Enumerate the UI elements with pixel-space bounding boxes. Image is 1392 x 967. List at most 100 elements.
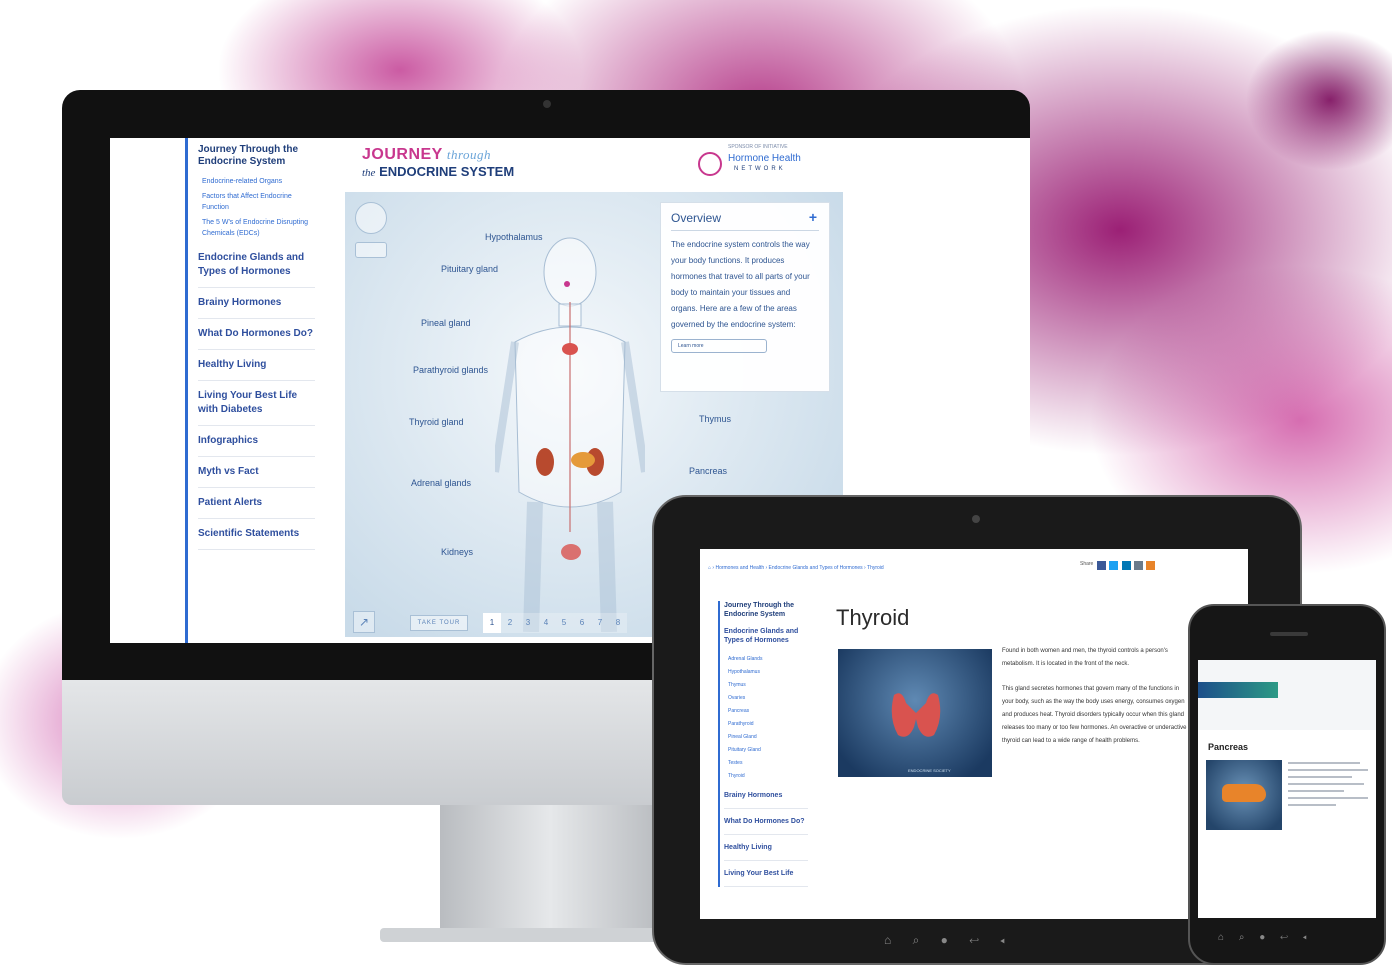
sidebar-subitem[interactable]: Ovaries [728, 692, 808, 705]
label-adrenal[interactable]: Adrenal glands [411, 478, 471, 488]
sidebar-item[interactable]: Infographics [198, 426, 315, 457]
journey-logo: JOURNEY through the ENDOCRINE SYSTEM [362, 146, 514, 179]
article-text-lines [1288, 762, 1368, 811]
imac-stand [440, 805, 660, 940]
label-hypothalamus[interactable]: Hypothalamus [485, 232, 543, 242]
take-tour-button[interactable]: TAKE TOUR [410, 615, 468, 631]
overview-text: The endocrine system controls the way yo… [671, 240, 810, 329]
sidebar-subitem[interactable]: Thyroid [728, 770, 808, 783]
sidebar-title[interactable]: Journey Through the Endocrine System [724, 601, 808, 619]
image-caption: ENDOCRINE SOCIETY [908, 768, 951, 773]
logo-line1: JOURNEY [362, 146, 443, 163]
sidebar-item[interactable]: Endocrine Glands and Types of Hormones [198, 243, 315, 288]
sidebar-item[interactable]: Patient Alerts [198, 488, 315, 519]
label-thyroid[interactable]: Thyroid gland [409, 417, 464, 427]
page-number[interactable]: 6 [573, 613, 591, 633]
zoom-control[interactable] [355, 242, 387, 258]
thyroid-image[interactable]: ENDOCRINE SOCIETY [838, 649, 992, 777]
twitter-icon[interactable] [1109, 561, 1119, 570]
expand-plus-icon[interactable]: + [809, 209, 817, 225]
logo-line1-script: through [446, 147, 492, 162]
share-bar: Share [1078, 561, 1156, 570]
label-parathyroid[interactable]: Parathyroid glands [413, 365, 488, 375]
sidebar-subitem[interactable]: Parathyroid [728, 718, 808, 731]
page-title: Thyroid [836, 605, 910, 630]
share-label: Share [1080, 561, 1094, 567]
sidebar-title[interactable]: Journey Through the Endocrine System [198, 144, 315, 168]
overview-button[interactable]: Learn more [671, 339, 767, 353]
label-pineal[interactable]: Pineal gland [421, 318, 471, 328]
page-number[interactable]: 5 [555, 613, 573, 633]
sidebar-subitems: Endocrine-related Organs Factors that Af… [202, 176, 315, 239]
label-thymus[interactable]: Thymus [699, 414, 731, 424]
tablet-nav-bar[interactable]: ⌂ ⌕ ● ↩ ◂ [884, 933, 1005, 948]
overview-heading: Overview [671, 211, 722, 225]
logo-line2: ENDOCRINE SYSTEM [379, 164, 515, 179]
camera-icon [972, 515, 980, 523]
hhn-emblem-icon [698, 152, 722, 176]
hhn-network: NETWORK [734, 166, 786, 172]
sidebar-item[interactable]: Myth vs Fact [198, 457, 315, 488]
sidebar-item[interactable]: Living Your Best Life [724, 861, 808, 887]
page-number[interactable]: 3 [519, 613, 537, 633]
sidebar-subitem[interactable]: Pancreas [728, 705, 808, 718]
label-pituitary[interactable]: Pituitary gland [441, 264, 498, 274]
sidebar-item[interactable]: Healthy Living [724, 835, 808, 861]
facebook-icon[interactable] [1096, 561, 1106, 570]
sidebar-section[interactable]: Endocrine Glands and Types of Hormones [724, 619, 808, 653]
sidebar-subitem[interactable]: Pineal Gland [728, 731, 808, 744]
linkedin-icon[interactable] [1121, 561, 1131, 570]
sidebar-item[interactable]: Brainy Hormones [724, 783, 808, 809]
phone-banner[interactable] [1198, 682, 1278, 698]
page-title: Pancreas [1208, 742, 1249, 752]
page-number[interactable]: 4 [537, 613, 555, 633]
page-number[interactable]: 2 [501, 613, 519, 633]
sidebar-item[interactable]: Brainy Hormones [198, 288, 315, 319]
sidebar-subitems: Adrenal Glands Hypothalamus Thymus Ovari… [724, 653, 808, 783]
page-number[interactable]: 1 [483, 613, 501, 633]
article-paragraph: This gland secretes hormones that govern… [1002, 686, 1187, 744]
sidebar-subitem[interactable]: Adrenal Glands [728, 653, 808, 666]
hhn-sponsor-text: SPONSOR OF INITIATIVE [728, 144, 788, 150]
sidebar-subitem[interactable]: Factors that Affect Endocrine Function [202, 191, 315, 213]
more-share-icon[interactable] [1146, 561, 1156, 570]
page-selector: 1 2 3 4 5 6 7 8 [483, 613, 627, 633]
pan-control[interactable] [355, 202, 387, 234]
phone-header [1198, 660, 1376, 730]
sidebar-subitem[interactable]: Testes [728, 757, 808, 770]
sidebar-item[interactable]: Living Your Best Life with Diabetes [198, 381, 315, 426]
fullscreen-icon[interactable]: ↗ [353, 611, 375, 633]
thyroid-gland-illustration [891, 693, 941, 737]
article-paragraph: Found in both women and men, the thyroid… [1002, 648, 1168, 667]
breadcrumb[interactable]: ⌂ › Hormones and Health › Endocrine Glan… [708, 565, 884, 571]
sidebar-item[interactable]: Healthy Living [198, 350, 315, 381]
sidebar-subitem[interactable]: Pituitary Gland [728, 744, 808, 757]
sidebar-nav: Journey Through the Endocrine System End… [185, 138, 315, 643]
speaker-grille [1270, 632, 1308, 636]
sidebar-item[interactable]: What Do Hormones Do? [198, 319, 315, 350]
page-number[interactable]: 7 [591, 613, 609, 633]
phone-screen: Pancreas [1198, 660, 1376, 918]
sidebar-subitem[interactable]: Thymus [728, 679, 808, 692]
article-body: Found in both women and men, the thyroid… [1002, 645, 1192, 748]
phone-nav-bar[interactable]: ⌂ ⌕ ● ↩ ◂ [1218, 932, 1307, 943]
pancreas-illustration [1222, 784, 1266, 802]
label-kidneys[interactable]: Kidneys [441, 547, 473, 557]
sidebar-subitem[interactable]: Endocrine-related Organs [202, 176, 315, 187]
tablet-screen: ⌂ › Hormones and Health › Endocrine Glan… [700, 549, 1248, 919]
hormone-health-network-logo[interactable]: SPONSOR OF INITIATIVE Hormone Health NET… [698, 144, 828, 184]
tablet-sidebar: Journey Through the Endocrine System End… [718, 601, 808, 887]
overview-panel: Overview + The endocrine system controls … [660, 202, 830, 392]
body-figure [495, 237, 645, 632]
sidebar-item[interactable]: Scientific Statements [198, 519, 315, 550]
camera-icon [543, 100, 551, 108]
sidebar-item[interactable]: What Do Hormones Do? [724, 809, 808, 835]
pancreas-image[interactable] [1206, 760, 1282, 830]
sidebar-subitem[interactable]: The 5 W's of Endocrine Disrupting Chemic… [202, 217, 315, 239]
page-number[interactable]: 8 [609, 613, 627, 633]
logo-line2-script: the [362, 167, 376, 179]
sidebar-subitem[interactable]: Hypothalamus [728, 666, 808, 679]
email-icon[interactable] [1133, 561, 1143, 570]
phone-device: Pancreas ⌂ ⌕ ● ↩ ◂ [1188, 604, 1386, 965]
label-pancreas[interactable]: Pancreas [689, 466, 727, 476]
